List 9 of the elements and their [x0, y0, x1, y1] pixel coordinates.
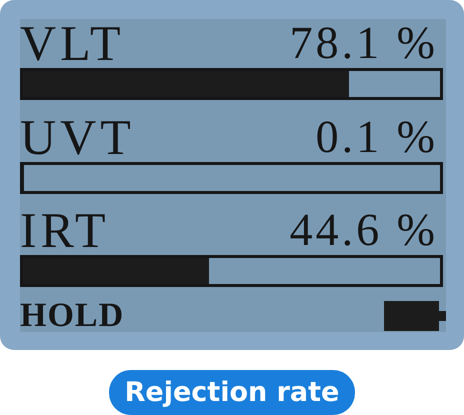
caption-label: Rejection rate: [108, 370, 356, 415]
channel-reading: 44.6 %: [290, 208, 438, 252]
channel-label: IRT: [20, 208, 110, 252]
channel-reading: 0.1 %: [316, 114, 438, 159]
channel-label: UVT: [20, 114, 135, 159]
channel-label: VLT: [20, 21, 125, 65]
channel-reading: 78.1 %: [290, 21, 438, 65]
battery-icon: [384, 301, 446, 332]
status-text: HOLD: [20, 300, 124, 332]
